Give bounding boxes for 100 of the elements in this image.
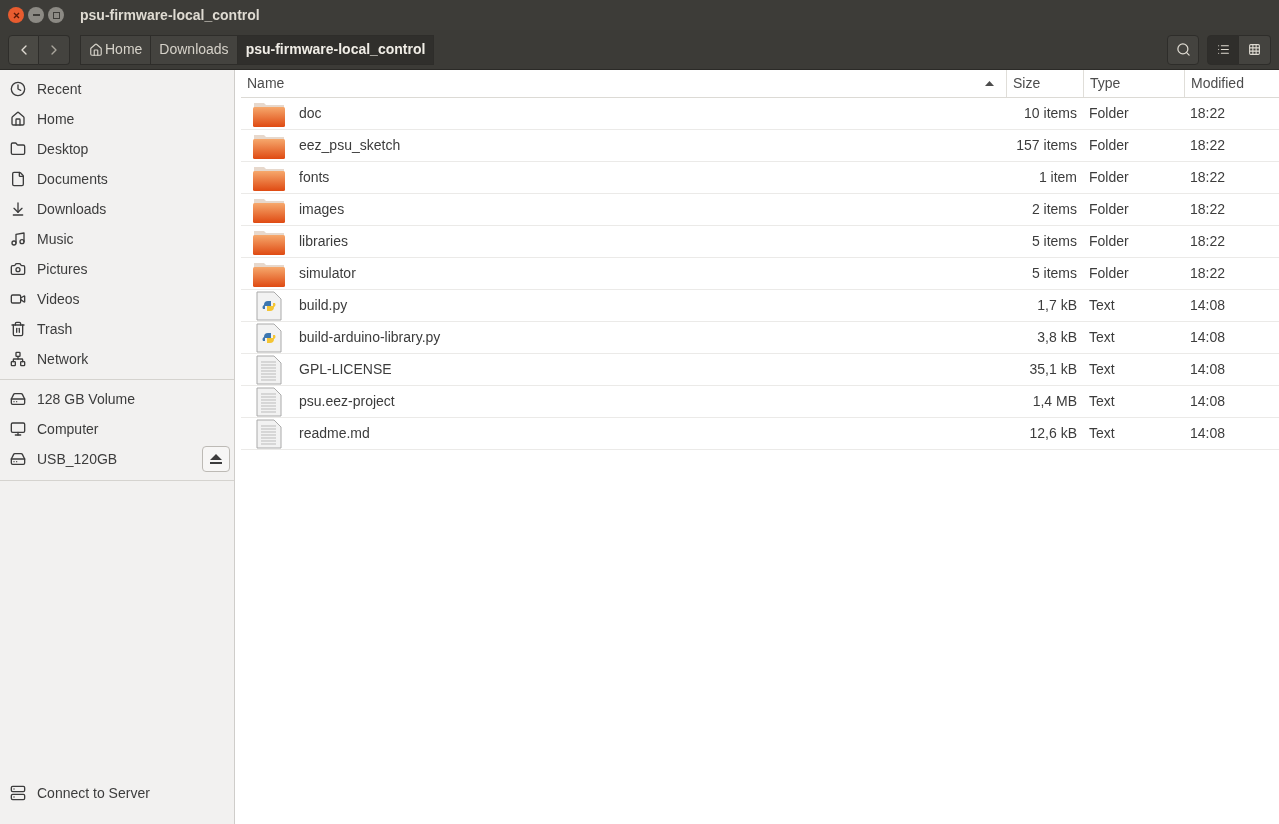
sidebar-item[interactable]: Downloads [0,194,234,224]
sidebar-item[interactable]: Connect to Server [0,778,234,808]
trash-icon [10,321,26,337]
type-cell: Text [1089,329,1115,345]
sidebar-item[interactable]: Music [0,224,234,254]
forward-button[interactable] [39,34,70,65]
modified-cell: 14:08 [1190,393,1226,409]
sidebar-item[interactable]: Documents [0,164,234,194]
grid-icon [1248,43,1261,56]
list-view-button[interactable] [1207,34,1239,65]
folder-icon [253,260,285,287]
type-cell: Folder [1089,201,1129,217]
file-row[interactable]: libraries 5 items Folder 18:22 [241,226,1279,258]
minimize-button[interactable] [28,7,44,23]
sidebar-item[interactable]: Videos [0,284,234,314]
file-row[interactable]: readme.md 12,6 kB Text 14:08 [241,418,1279,450]
home-icon [89,42,103,57]
file-name: images [299,200,345,219]
document-icon [10,171,26,187]
size-cell-text: 157 items [1016,136,1077,155]
sidebar-item[interactable]: Network [0,344,234,374]
monitor-icon [10,421,26,437]
network-icon [10,351,26,367]
file-row[interactable]: simulator 5 items Folder 18:22 [241,258,1279,290]
sidebar-item[interactable]: Pictures [0,254,234,284]
modified-cell: 18:22 [1190,137,1226,153]
download-icon [10,201,26,217]
drive-icon [10,451,26,467]
camera-icon [10,261,26,277]
file-row[interactable]: build-arduino-library.py 3,8 kB Text 14:08 [241,322,1279,354]
sidebar-item[interactable]: Recent [0,74,234,104]
sidebar-item[interactable]: 128 GB Volume [10,388,230,410]
column-header[interactable]: Name [241,70,1006,97]
type-cell: Folder [1089,265,1129,281]
drive-icon [10,391,26,407]
file-row[interactable]: images 2 items Folder 18:22 [241,194,1279,226]
folder-icon [10,141,26,157]
eject-button[interactable] [202,446,230,472]
file-name: psu.eez-project [299,392,395,411]
window-title: psu-firmware-local_control [80,5,260,25]
size-cell-text: 1 item [1038,168,1077,187]
size-cell-text: 1,4 MB [1032,392,1077,411]
modified-cell: 18:22 [1190,201,1226,217]
clock-icon [10,81,26,97]
music-note-icon [10,231,26,247]
home-icon [10,111,26,127]
type-cell: Text [1089,393,1115,409]
sidebar-item[interactable]: USB_120GB [10,448,202,470]
list-icon [1216,43,1230,56]
column-header[interactable]: Modified [1184,70,1279,97]
type-cell: Text [1089,361,1115,377]
folder-icon [253,132,285,159]
size-cell-text: 10 items [1024,104,1077,123]
size-cell-text: 5 items [1031,232,1077,251]
file-row[interactable]: build.py 1,7 kB Text 14:08 [241,290,1279,322]
sidebar-item[interactable]: Home [0,104,234,134]
path-button[interactable]: Home [80,34,152,65]
file-name: GPL-LICENSE [299,360,392,379]
file-name: simulator [299,264,356,283]
size-cell-text: 35,1 kB [1029,360,1077,379]
sidebar-item[interactable]: Computer [10,418,230,440]
folder-icon [253,164,285,191]
file-row[interactable]: fonts 1 item Folder 18:22 [241,162,1279,194]
file-row[interactable]: doc 10 items Folder 18:22 [241,98,1279,130]
grid-view-button[interactable] [1239,34,1271,65]
type-cell: Text [1089,425,1115,441]
file-name: readme.md [299,424,370,443]
sidebar-item[interactable]: Desktop [0,134,234,164]
search-button[interactable] [1167,34,1199,65]
file-name: build-arduino-library.py [299,328,441,347]
column-header[interactable]: Type [1083,70,1184,97]
modified-cell: 18:22 [1190,233,1226,249]
back-button[interactable] [8,34,39,65]
file-name: fonts [299,168,330,187]
type-cell: Folder [1089,169,1129,185]
size-cell-text: 2 items [1031,200,1077,219]
search-icon [1175,42,1191,57]
modified-cell: 14:08 [1190,297,1226,313]
file-name: eez_psu_sketch [299,136,401,155]
path-button[interactable]: psu-firmware-local_control [237,34,435,65]
maximize-button[interactable] [48,7,64,23]
close-button[interactable] [8,7,24,23]
type-cell: Folder [1089,137,1129,153]
modified-cell: 18:22 [1190,265,1226,281]
type-cell: Folder [1089,105,1129,121]
text-file-icon [256,418,282,449]
file-row[interactable]: GPL-LICENSE 35,1 kB Text 14:08 [241,354,1279,386]
text-file-icon [256,354,282,385]
file-name: libraries [299,232,348,251]
modified-cell: 14:08 [1190,361,1226,377]
sidebar-item[interactable]: Trash [0,314,234,344]
path-button[interactable]: Downloads [151,34,238,65]
server-icon [10,785,26,801]
type-cell: Folder [1089,233,1129,249]
file-row[interactable]: psu.eez-project 1,4 MB Text 14:08 [241,386,1279,418]
size-cell-text: 3,8 kB [1037,328,1077,347]
column-header[interactable]: Size [1006,70,1083,97]
python-file-icon [256,322,282,353]
file-row[interactable]: eez_psu_sketch 157 items Folder 18:22 [241,130,1279,162]
size-cell-text: 12,6 kB [1029,424,1077,443]
